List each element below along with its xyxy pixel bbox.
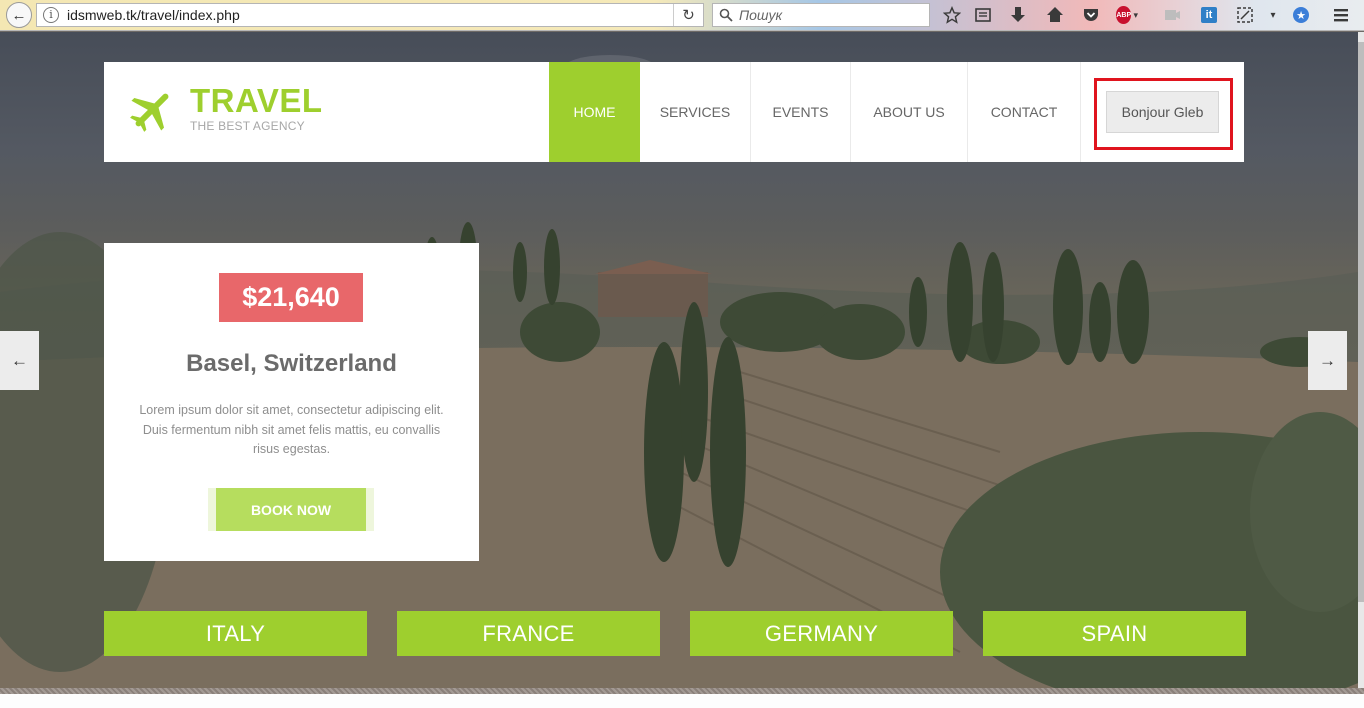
home-icon[interactable] [1044, 4, 1066, 26]
main-nav: HOME SERVICES EVENTS ABOUT US CONTACT [549, 62, 1081, 162]
nav-about-us[interactable]: ABOUT US [851, 62, 968, 162]
address-bar[interactable]: i idsmweb.tk/travel/index.php ↻ [36, 3, 704, 27]
bottom-edge [0, 688, 1364, 708]
back-arrow-icon: ← [11, 6, 27, 24]
bookmark-badge-icon[interactable]: ★ [1290, 4, 1312, 26]
star-icon[interactable] [941, 4, 963, 26]
back-button[interactable]: ← [6, 2, 32, 28]
search-icon [719, 8, 733, 22]
reload-button[interactable]: ↻ [673, 4, 703, 26]
search-placeholder: Пошук [739, 7, 783, 23]
nav-events[interactable]: EVENTS [751, 62, 851, 162]
promo-card: $21,640 Basel, Switzerland Lorem ipsum d… [104, 243, 479, 561]
reading-list-icon[interactable] [972, 4, 994, 26]
browser-toolbar: ← i idsmweb.tk/travel/index.php ↻ Пошук … [0, 0, 1364, 31]
airplane-icon [130, 93, 169, 132]
logo-title[interactable]: TRAVEL [190, 82, 323, 120]
hamburger-menu-icon[interactable] [1330, 4, 1352, 26]
nav-services[interactable]: SERVICES [640, 62, 751, 162]
screenshot-icon[interactable] [1234, 4, 1256, 26]
destination-germany[interactable]: GERMANY [690, 611, 953, 656]
logo-tagline: THE BEST AGENCY [190, 119, 305, 133]
adblock-icon[interactable]: ABP ▾ [1116, 4, 1138, 26]
nav-home[interactable]: HOME [549, 62, 640, 162]
book-now-button[interactable]: BOOK NOW [216, 488, 366, 531]
page-scrollbar[interactable] [1358, 32, 1364, 688]
destination-france[interactable]: FRANCE [397, 611, 660, 656]
site-header: TRAVEL THE BEST AGENCY HOME SERVICES EVE… [104, 62, 1244, 162]
menu-arrow-icon[interactable]: ▾ [1262, 4, 1284, 26]
extension-icon[interactable] [1161, 4, 1183, 26]
slider-prev-button[interactable]: ← [0, 331, 39, 390]
scrollbar-thumb[interactable] [1358, 42, 1364, 602]
search-input[interactable]: Пошук [712, 3, 930, 27]
slider-next-button[interactable]: → [1308, 331, 1347, 390]
site-info-icon[interactable]: i [43, 7, 59, 23]
chevron-down-icon: ▾ [1133, 9, 1138, 20]
download-icon[interactable] [1007, 4, 1029, 26]
arrow-left-icon: ← [11, 350, 28, 370]
arrow-right-icon: → [1319, 350, 1336, 370]
nav-contact[interactable]: CONTACT [968, 62, 1081, 162]
promo-description: Lorem ipsum dolor sit amet, consectetur … [139, 403, 444, 456]
destination-spain[interactable]: SPAIN [983, 611, 1246, 656]
highlight-annotation [1094, 78, 1233, 150]
url-text[interactable]: idsmweb.tk/travel/index.php [67, 7, 240, 23]
price-badge: $21,640 [219, 273, 363, 322]
destination-title: Basel, Switzerland [186, 350, 397, 377]
it-extension-icon[interactable]: it [1198, 4, 1220, 26]
destination-italy[interactable]: ITALY [104, 611, 367, 656]
pocket-icon[interactable] [1080, 4, 1102, 26]
